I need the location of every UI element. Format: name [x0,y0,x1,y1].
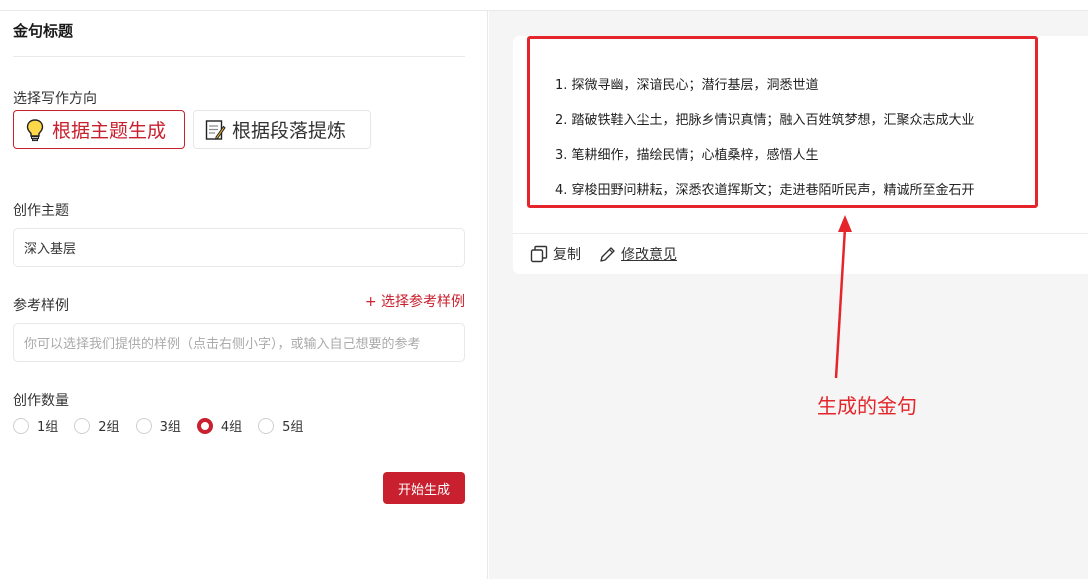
annotation-label: 生成的金句 [817,394,917,418]
annotation-arrow [834,215,852,379]
